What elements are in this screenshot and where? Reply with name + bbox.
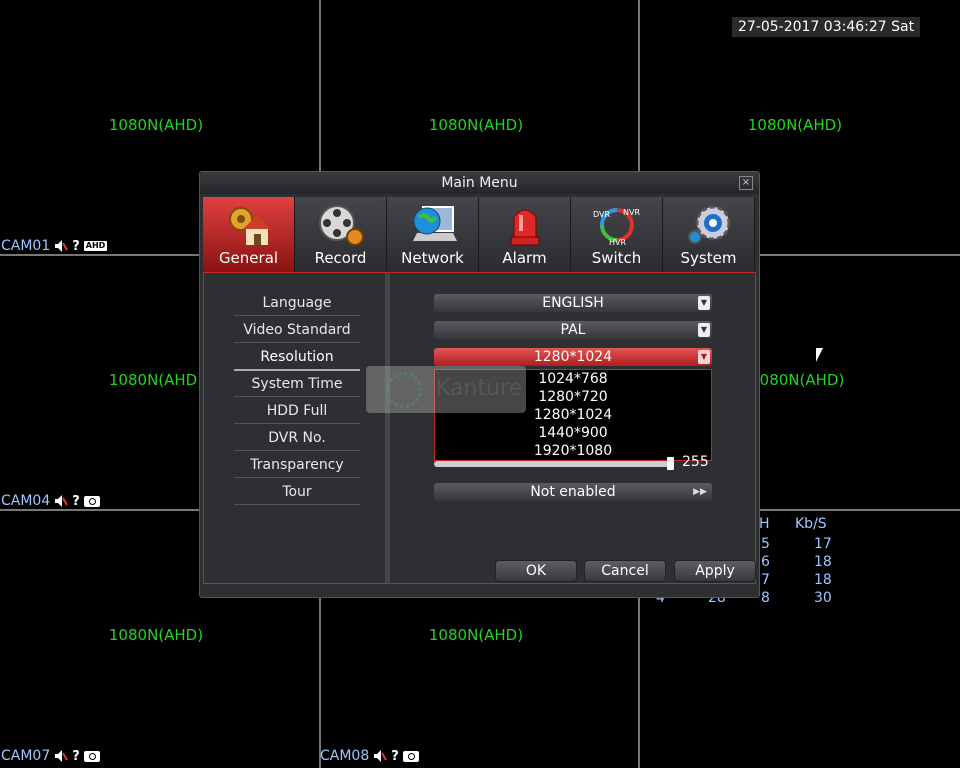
stats-cell: 8: [761, 590, 770, 606]
menu-item-hdd-full[interactable]: HDD Full: [234, 397, 360, 424]
channel-resolution: 1080N(AHD): [747, 116, 843, 134]
question-icon: ?: [391, 748, 399, 764]
stats-cell: 18: [814, 572, 832, 588]
chevron-down-icon: ▼: [698, 323, 710, 337]
video-standard-dropdown[interactable]: PAL ▼: [434, 321, 712, 339]
tab-alarm[interactable]: Alarm: [479, 197, 571, 272]
tab-network[interactable]: Network: [387, 197, 479, 272]
resolution-dropdown[interactable]: 1280*1024 ▼: [434, 348, 712, 366]
channel-resolution: 1080N(AHD): [428, 626, 524, 644]
cam-label-cam01: CAM01 ? AHD: [1, 238, 108, 254]
mouse-cursor-icon: [816, 348, 823, 362]
stats-cell: 5: [761, 536, 770, 552]
audio-muted-icon: [55, 495, 69, 507]
transparency-value: 255: [682, 454, 709, 470]
cam-label-cam07: CAM07 ?: [1, 748, 100, 764]
watermark: Kanture: [366, 366, 526, 413]
camera-name: CAM01: [1, 238, 51, 254]
menu-item-resolution[interactable]: Resolution: [234, 343, 360, 371]
channel-resolution: 1080N(AHD): [428, 116, 524, 134]
tab-record[interactable]: Record: [295, 197, 387, 272]
tab-bar: General Record Network Alarm DVR NVR HVR…: [203, 197, 757, 272]
chevron-down-icon: ▼: [698, 296, 710, 310]
window-title: Main Menu: [200, 172, 759, 194]
menu-item-video-standard[interactable]: Video Standard: [234, 316, 360, 343]
tab-label: Record: [314, 249, 367, 267]
tab-label: System: [680, 249, 737, 267]
menu-item-language[interactable]: Language: [234, 289, 360, 316]
watermark-logo-icon: [386, 372, 422, 408]
close-button[interactable]: ×: [739, 176, 753, 190]
stats-cell: 17: [814, 536, 832, 552]
language-dropdown[interactable]: ENGLISH ▼: [434, 294, 712, 312]
stats-cell: 18: [814, 554, 832, 570]
settings-panel: Language Video Standard Resolution Syste…: [203, 272, 756, 584]
tab-label: Alarm: [502, 249, 547, 267]
cancel-button[interactable]: Cancel: [584, 560, 666, 582]
menu-item-dvr-no[interactable]: DVR No.: [234, 424, 360, 451]
question-icon: ?: [72, 493, 80, 509]
tab-switch[interactable]: DVR NVR HVR Switch: [571, 197, 663, 272]
resolution-option[interactable]: 1440*900: [435, 424, 711, 442]
dropdown-value: PAL: [560, 322, 586, 338]
ok-button[interactable]: OK: [495, 560, 577, 582]
menu-item-transparency[interactable]: Transparency: [234, 451, 360, 478]
camera-icon: [83, 495, 100, 507]
stats-h-header: H: [759, 516, 770, 532]
stats-cell: 30: [814, 590, 832, 606]
ahd-badge: AHD: [83, 241, 108, 251]
settings-sidebar: Language Video Standard Resolution Syste…: [204, 273, 385, 583]
switch-hvr-text: HVR: [609, 238, 626, 247]
tab-general[interactable]: General: [203, 197, 295, 272]
cam-label-cam08: CAM08 ?: [320, 748, 419, 764]
cam-label-cam04: CAM04 ?: [1, 493, 100, 509]
camera-name: CAM04: [1, 493, 51, 509]
dropdown-value: ENGLISH: [542, 295, 604, 311]
panel-divider: [385, 273, 390, 583]
audio-muted-icon: [55, 240, 69, 252]
datetime-display: 27-05-2017 03:46:27 Sat: [732, 17, 921, 37]
watermark-text: Kanture: [436, 376, 523, 401]
camera-name: CAM07: [1, 748, 51, 764]
dropdown-value: Not enabled: [530, 484, 616, 500]
stats-cell: 6: [761, 554, 770, 570]
stats-cell: 7: [761, 572, 770, 588]
chevron-down-icon: ▼: [698, 350, 710, 364]
gear-icon: [687, 205, 730, 244]
globe-laptop-icon: [412, 206, 457, 241]
switch-nvr-text: NVR: [623, 208, 640, 217]
transparency-slider[interactable]: [434, 461, 674, 467]
dropdown-value: 1280*1024: [533, 349, 613, 365]
switch-dvr-text: DVR: [593, 210, 610, 219]
menu-item-system-time[interactable]: System Time: [234, 370, 360, 397]
tab-label: Switch: [591, 249, 642, 267]
apply-button[interactable]: Apply: [674, 560, 756, 582]
menu-item-tour[interactable]: Tour: [234, 478, 360, 505]
double-arrow-right-icon: ▶▶: [693, 487, 707, 497]
channel-resolution: 1080N(AHD): [108, 116, 204, 134]
channel-resolution: 1080N(AHD): [108, 626, 204, 644]
camera-icon: [402, 750, 419, 762]
question-icon: ?: [72, 748, 80, 764]
audio-muted-icon: [374, 750, 388, 762]
film-reel-icon: [318, 205, 364, 246]
slider-handle[interactable]: [667, 457, 674, 470]
tour-dropdown[interactable]: Not enabled ▶▶: [434, 483, 712, 501]
tab-system[interactable]: System: [663, 197, 755, 272]
tab-label: General: [218, 249, 279, 267]
tab-label: Network: [401, 249, 464, 267]
stats-kbs-header: Kb/S: [795, 516, 827, 532]
dvr-nvr-hvr-switch-icon: DVR NVR HVR: [593, 208, 640, 247]
alarm-siren-icon: [510, 209, 539, 246]
camera-icon: [83, 750, 100, 762]
audio-muted-icon: [55, 750, 69, 762]
house-gear-icon: [228, 207, 271, 245]
question-icon: ?: [72, 238, 80, 254]
camera-name: CAM08: [320, 748, 370, 764]
